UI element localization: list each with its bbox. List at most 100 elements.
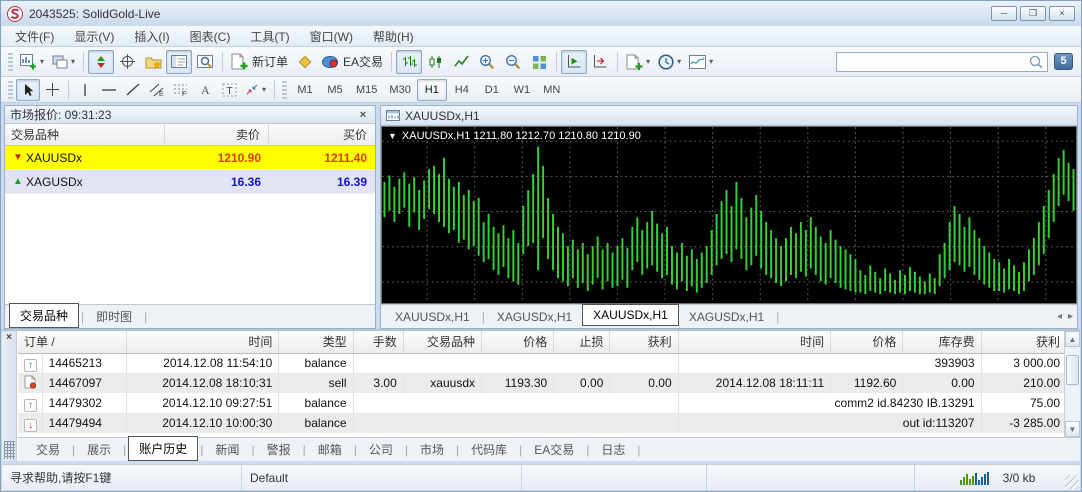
equidistant-channel-button[interactable]: E bbox=[145, 79, 169, 101]
tab-scroll-right-icon[interactable]: ▸ bbox=[1068, 311, 1073, 322]
close-button[interactable]: × bbox=[1049, 6, 1075, 21]
bar-chart-style-button[interactable] bbox=[396, 49, 423, 74]
menu-item[interactable]: 窗口(W) bbox=[300, 26, 363, 47]
menu-item[interactable]: 插入(I) bbox=[124, 26, 179, 47]
scrollbar-track[interactable] bbox=[1065, 347, 1080, 421]
chart-tab[interactable]: XAUUSDx,H1 bbox=[582, 304, 679, 326]
table-row[interactable]: ↑ 14465213 2014.12.08 11:54:10 balance 39390… bbox=[18, 353, 1068, 373]
column-header-2[interactable]: 类型 bbox=[278, 331, 354, 354]
terminal-tab[interactable]: 邮箱 bbox=[308, 439, 352, 460]
tab-scroll-left-icon[interactable]: ◂ bbox=[1057, 311, 1062, 322]
scroll-up-button[interactable]: ▲ bbox=[1065, 331, 1080, 347]
menu-item[interactable]: 帮助(H) bbox=[363, 26, 424, 47]
terminal-tab[interactable]: 代码库 bbox=[461, 439, 517, 460]
close-icon[interactable]: × bbox=[356, 109, 370, 121]
notification-badge[interactable]: 5 bbox=[1054, 53, 1073, 70]
maximize-button[interactable]: ❐ bbox=[1020, 6, 1046, 21]
horizontal-line-button[interactable] bbox=[97, 79, 121, 101]
terminal-tab[interactable]: 新闻 bbox=[205, 439, 249, 460]
zoom-in-button[interactable] bbox=[474, 50, 500, 74]
search-icon[interactable] bbox=[1028, 54, 1044, 70]
profiles-button[interactable]: ▾ bbox=[48, 50, 79, 74]
zoom-out-button[interactable] bbox=[500, 50, 526, 74]
terminal-tab[interactable]: 账户历史 bbox=[128, 435, 199, 461]
terminal-tab[interactable]: 警报 bbox=[257, 439, 301, 460]
market-watch-toggle[interactable] bbox=[88, 49, 115, 74]
column-header-7[interactable]: 获利 bbox=[609, 331, 679, 354]
terminal-tab[interactable]: 日志 bbox=[591, 439, 635, 460]
navigator-button[interactable] bbox=[140, 50, 166, 74]
candlestick-style-button[interactable] bbox=[422, 50, 448, 74]
cursor-button[interactable] bbox=[16, 78, 40, 101]
chart-canvas[interactable]: ▼ XAUUSDx,H1 1211.80 1212.70 1210.80 121… bbox=[381, 126, 1077, 304]
trendline-button[interactable] bbox=[121, 79, 145, 101]
vertical-line-button[interactable] bbox=[73, 79, 97, 101]
terminal-tab[interactable]: 展示 bbox=[77, 439, 121, 460]
timeframe-m5[interactable]: M5 bbox=[320, 79, 350, 101]
data-window-button[interactable] bbox=[114, 50, 140, 74]
timeframe-d1[interactable]: D1 bbox=[477, 79, 507, 101]
fibonacci-button[interactable]: F bbox=[169, 79, 193, 101]
indicators-button[interactable]: ▾ bbox=[622, 50, 654, 74]
column-header-9[interactable]: 价格 bbox=[830, 331, 904, 354]
scrollbar-thumb[interactable] bbox=[1066, 355, 1079, 385]
timeframe-h4[interactable]: H4 bbox=[447, 79, 477, 101]
menu-item[interactable]: 图表(C) bbox=[180, 26, 241, 47]
terminal-tab[interactable]: EA交易 bbox=[524, 439, 584, 460]
column-header-11[interactable]: 获利 bbox=[981, 331, 1068, 354]
chart-tab[interactable]: XAGUSDx,H1 bbox=[679, 308, 774, 326]
market-watch-row[interactable]: ▼ XAUUSDx 1210.90 1211.40 bbox=[5, 146, 375, 170]
menu-item[interactable]: 显示(V) bbox=[64, 26, 124, 47]
chart-shift-button[interactable] bbox=[587, 50, 613, 74]
table-row[interactable]: ↑ 14479302 2014.12.10 09:27:51 balance comm2… bbox=[18, 393, 1068, 413]
status-profile[interactable]: Default bbox=[242, 465, 522, 490]
scroll-down-button[interactable]: ▼ bbox=[1065, 421, 1080, 437]
terminal-tab[interactable]: 公司 bbox=[359, 439, 403, 460]
toolbar-grip[interactable] bbox=[282, 80, 288, 99]
new-order-button[interactable]: 新订单 bbox=[227, 50, 292, 74]
ea-trading-button[interactable]: EA交易 bbox=[318, 50, 387, 74]
tile-windows-button[interactable] bbox=[526, 50, 552, 74]
periods-button[interactable]: ▾ bbox=[654, 50, 685, 74]
market-watch-row[interactable]: ▲ XAGUSDx 16.36 16.39 bbox=[5, 170, 375, 194]
timeframe-m15[interactable]: M15 bbox=[350, 79, 383, 101]
toolbar-grip[interactable] bbox=[8, 80, 13, 99]
metaeditor-button[interactable] bbox=[292, 50, 318, 74]
arrows-button[interactable]: ▾ bbox=[241, 79, 270, 101]
terminal-grip-icon[interactable] bbox=[3, 441, 15, 459]
timeframe-mn[interactable]: MN bbox=[537, 79, 567, 101]
chart-tab[interactable]: XAUUSDx,H1 bbox=[385, 308, 480, 326]
terminal-tab[interactable]: 交易 bbox=[26, 439, 70, 460]
terminal-toggle[interactable] bbox=[166, 49, 193, 74]
chart-window-titlebar[interactable]: XAUUSDx,H1 bbox=[381, 106, 1077, 126]
new-chart-button[interactable]: ▾ bbox=[16, 50, 48, 74]
text-button[interactable]: A bbox=[193, 79, 217, 101]
column-header-3[interactable]: 手数 bbox=[353, 331, 404, 354]
column-header-5[interactable]: 价格 bbox=[481, 331, 555, 354]
menu-item[interactable]: 文件(F) bbox=[5, 26, 64, 47]
toolbar-grip[interactable] bbox=[8, 52, 13, 71]
terminal-tab[interactable]: 市场 bbox=[410, 439, 454, 460]
timeframe-h1[interactable]: H1 bbox=[416, 78, 447, 101]
timeframe-m1[interactable]: M1 bbox=[290, 79, 320, 101]
text-label-button[interactable]: T bbox=[217, 79, 241, 101]
crosshair-mode-button[interactable] bbox=[40, 79, 64, 101]
strategy-tester-button[interactable] bbox=[192, 50, 218, 74]
auto-scroll-button[interactable] bbox=[561, 49, 588, 74]
column-header-1[interactable]: 时间 bbox=[126, 331, 280, 354]
table-row[interactable]: 14467097 2014.12.08 18:10:31 sell 3.00 xauus… bbox=[18, 373, 1068, 393]
column-header-0[interactable]: 订单 / bbox=[18, 331, 127, 354]
column-header-10[interactable]: 库存费 bbox=[902, 331, 982, 354]
chart-tab[interactable]: XAGUSDx,H1 bbox=[487, 308, 582, 326]
templates-button[interactable]: ▾ bbox=[685, 50, 717, 74]
minimize-button[interactable]: ─ bbox=[991, 6, 1017, 21]
timeframe-w1[interactable]: W1 bbox=[507, 79, 537, 101]
resize-grip[interactable] bbox=[1065, 475, 1079, 489]
close-icon[interactable]: × bbox=[6, 333, 12, 343]
menu-item[interactable]: 工具(T) bbox=[240, 26, 299, 47]
table-row[interactable]: ↓ 14479494 2014.12.10 10:00:30 balance out i… bbox=[18, 413, 1068, 433]
market-watch-tab[interactable]: 即时图 bbox=[86, 306, 142, 327]
line-chart-style-button[interactable] bbox=[448, 50, 474, 74]
timeframe-m30[interactable]: M30 bbox=[383, 79, 416, 101]
column-header-6[interactable]: 止损 bbox=[553, 331, 611, 354]
